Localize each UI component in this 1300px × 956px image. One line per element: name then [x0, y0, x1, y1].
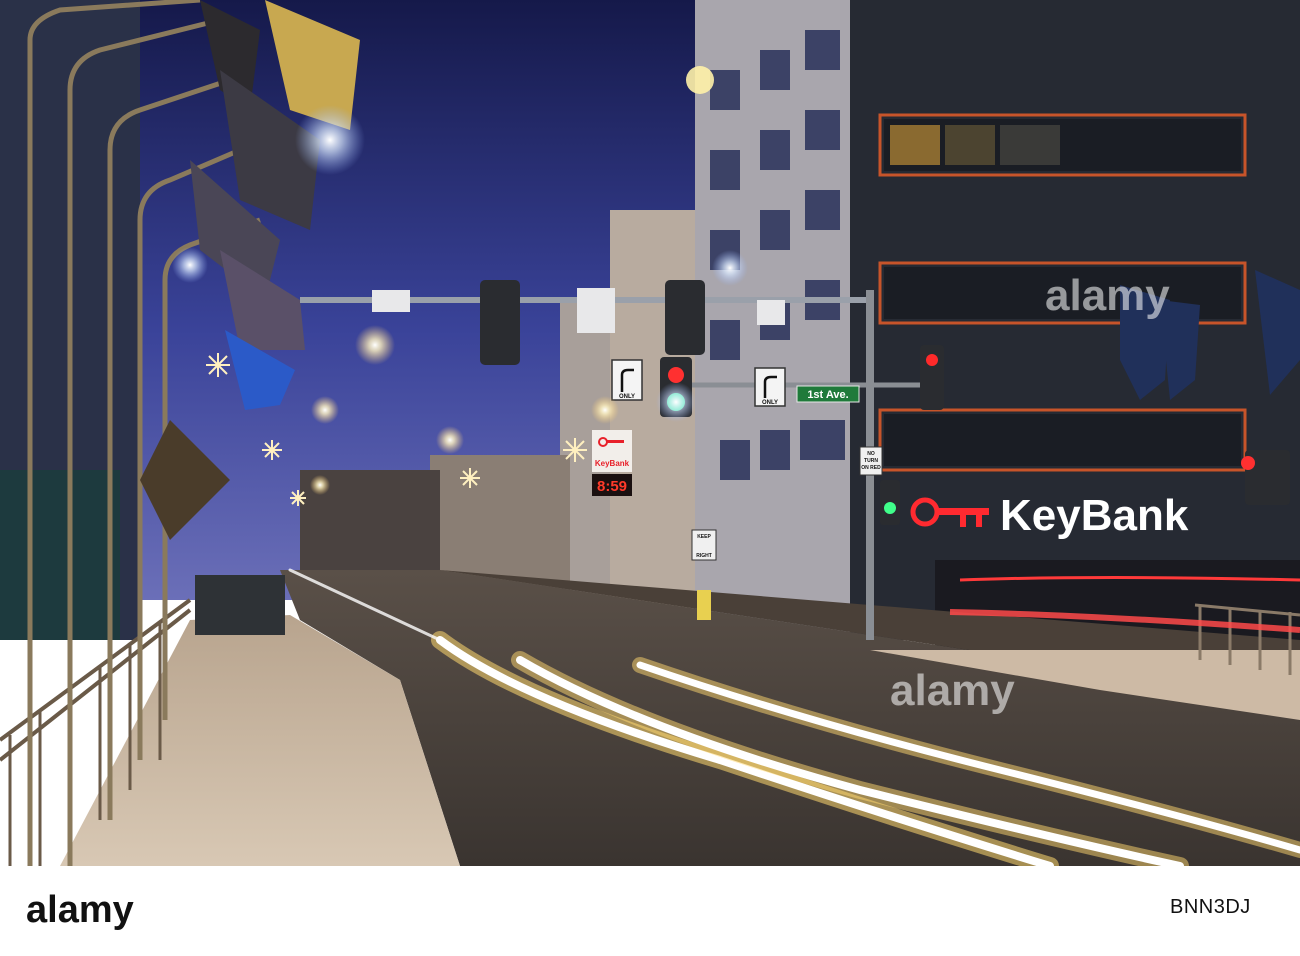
svg-text:8:59: 8:59: [597, 478, 627, 495]
alamy-logo: alamy: [26, 889, 134, 931]
image-id: BNN3DJ: [1170, 896, 1251, 918]
watermark: alamy: [1045, 271, 1170, 320]
svg-text:KeyBank: KeyBank: [595, 459, 630, 468]
svg-text:ON RED: ON RED: [861, 465, 881, 471]
svg-text:alamy: alamy: [26, 889, 134, 931]
svg-text:ONLY: ONLY: [762, 400, 778, 406]
svg-text:NO: NO: [867, 451, 875, 457]
svg-text:ONLY: ONLY: [619, 394, 635, 400]
stock-footer: alamy BNN3DJ: [0, 866, 1300, 956]
photo-scene: KeyBank ONLY ONLY 1st Ave. NO TURN ON RE…: [0, 0, 1300, 866]
right-turn-only-sign: ONLY: [611, 359, 643, 401]
svg-text:TURN: TURN: [864, 458, 878, 464]
svg-text:KEEP: KEEP: [697, 534, 711, 540]
keybank-sign: KeyBank: [1000, 491, 1189, 540]
watermark: alamy: [890, 666, 1015, 715]
svg-text:1st Ave.: 1st Ave.: [807, 389, 848, 401]
right-turn-only-sign: ONLY: [754, 367, 786, 407]
keybank-building: [850, 0, 1300, 640]
svg-text:RIGHT: RIGHT: [696, 553, 712, 559]
